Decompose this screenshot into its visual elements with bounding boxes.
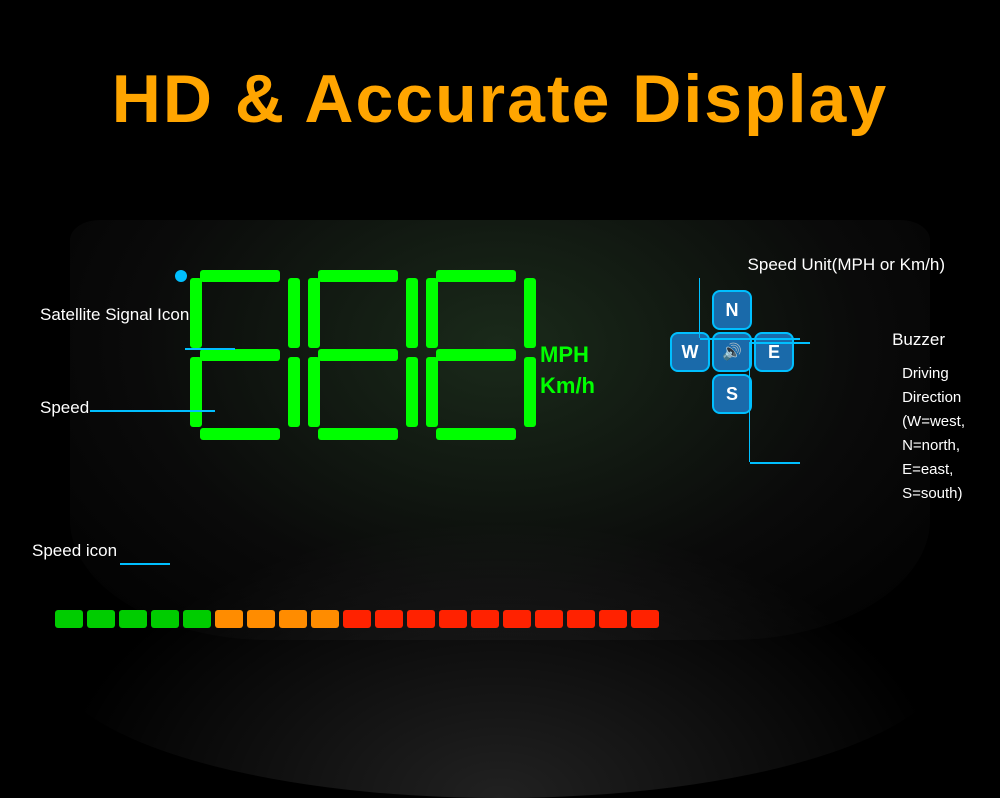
speed-bar-segment xyxy=(247,610,275,628)
driving-dir-line-v xyxy=(749,342,751,462)
buzzer-label: Buzzer xyxy=(892,330,945,350)
speed-bar-segment xyxy=(503,610,531,628)
speed-bar-segment xyxy=(87,610,115,628)
compass-south: S xyxy=(712,374,752,414)
compass-empty-bl xyxy=(670,374,710,414)
speed-bar-segment xyxy=(119,610,147,628)
driving-dir-line-h xyxy=(750,462,800,464)
compass-widget: N W 🔊 E S xyxy=(670,290,790,410)
speed-unit-display: MPH Km/h xyxy=(540,340,595,402)
speed-bar-segment xyxy=(599,610,627,628)
speed-bar-segment xyxy=(407,610,435,628)
satellite-dot xyxy=(175,270,187,282)
satellite-signal-line-h xyxy=(185,348,235,350)
speed-bar-segment xyxy=(215,610,243,628)
speed-bar-segment xyxy=(311,610,339,628)
compass-empty-tr xyxy=(754,290,794,330)
speed-line-h xyxy=(90,410,215,412)
speed-bar-segment xyxy=(439,610,467,628)
speed-bar-segment xyxy=(55,610,83,628)
page-title: HD & Accurate Display xyxy=(0,60,1000,138)
speed-bar-segment xyxy=(471,610,499,628)
compass-north: N xyxy=(712,290,752,330)
satellite-signal-label: Satellite Signal Icon xyxy=(40,305,189,325)
speed-bar-segment xyxy=(567,610,595,628)
speed-icon-line-h xyxy=(120,563,170,565)
speed-unit-label: Speed Unit(MPH or Km/h) xyxy=(748,255,945,275)
speed-unit-line-h xyxy=(700,338,800,340)
speed-bar-segment xyxy=(631,610,659,628)
speed-bar-segment xyxy=(375,610,403,628)
digit-3 xyxy=(426,270,536,440)
speed-digits xyxy=(190,270,536,440)
digit-1 xyxy=(190,270,300,440)
speed-bar-segment xyxy=(279,610,307,628)
main-panel: MPH Km/h N W 🔊 E S xyxy=(80,240,920,560)
compass-empty-br xyxy=(754,374,794,414)
speed-unit-line-v xyxy=(699,278,701,338)
speed-icon-label: Speed icon xyxy=(32,541,117,561)
speed-bar-segment xyxy=(183,610,211,628)
speed-bar-segment xyxy=(151,610,179,628)
buzzer-line-h xyxy=(750,342,810,344)
compass-empty-tl xyxy=(670,290,710,330)
light-beam xyxy=(50,518,950,798)
driving-direction-label: Driving Direction (W=west, N=north, E=ea… xyxy=(902,362,965,506)
speaker-icon: 🔊 xyxy=(722,342,742,362)
speed-label: Speed xyxy=(40,398,89,418)
digit-2 xyxy=(308,270,418,440)
speed-bar xyxy=(55,610,945,628)
speed-bar-segment xyxy=(535,610,563,628)
speed-bar-segment xyxy=(343,610,371,628)
